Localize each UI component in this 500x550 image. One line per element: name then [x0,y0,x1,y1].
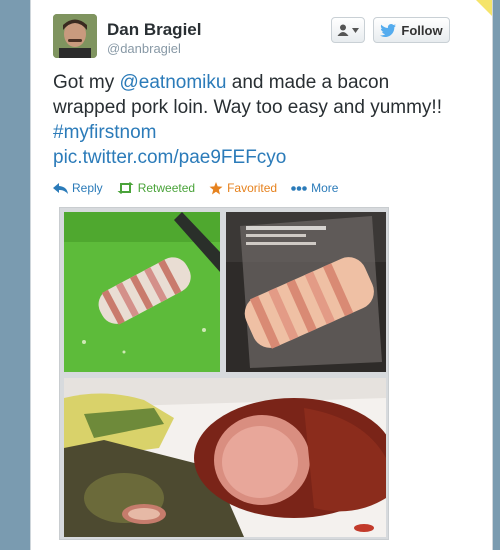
photo-plated-pork [64,378,386,537]
avatar-image [53,14,97,58]
reply-action[interactable]: Reply [53,181,103,195]
media-link[interactable]: pic.twitter.com/pae9FEFcyo [53,147,286,168]
retweeted-label: Retweeted [137,181,196,195]
reply-icon [53,182,68,194]
follow-label: Follow [401,22,443,38]
favorited-label: Favorited [227,181,278,195]
more-dots-icon [291,185,307,191]
hashtag-link[interactable]: #myfirstnom [53,122,156,143]
chevron-down-icon [352,27,359,33]
photo-vacuum-bag [226,212,386,372]
avatar[interactable] [53,14,97,58]
star-icon [209,181,223,194]
person-icon [337,24,349,36]
tweet-photo-collage[interactable] [59,207,389,540]
display-name[interactable]: Dan Bragiel [107,20,201,40]
pork-board-image [64,212,220,372]
more-action[interactable]: More [291,181,338,195]
tweet-text: Got my @eatnomiku and made a bacon wrapp… [53,70,463,170]
reply-label: Reply [72,181,103,195]
bird-icon [380,23,397,37]
favorite-action[interactable]: Favorited [209,181,277,195]
retweet-action[interactable]: Retweeted [117,181,195,195]
vacuum-bag-image [226,212,386,372]
tweet-text-part: Got my [53,72,120,93]
retweet-icon [117,182,134,194]
follow-button[interactable]: Follow [373,17,450,43]
plated-pork-image [64,378,386,537]
tweet-actions: Reply Retweeted Favorited More [53,181,338,195]
mention-link[interactable]: @eatnomiku [120,72,227,93]
user-actions-button[interactable] [331,17,365,43]
more-label: More [311,181,339,195]
user-handle[interactable]: @danbragiel [107,41,181,56]
corner-flag [476,0,492,16]
photo-pork-cutting-board [64,212,220,372]
tweet-card: Dan Bragiel @danbragiel Follow Got my @e… [30,0,493,550]
